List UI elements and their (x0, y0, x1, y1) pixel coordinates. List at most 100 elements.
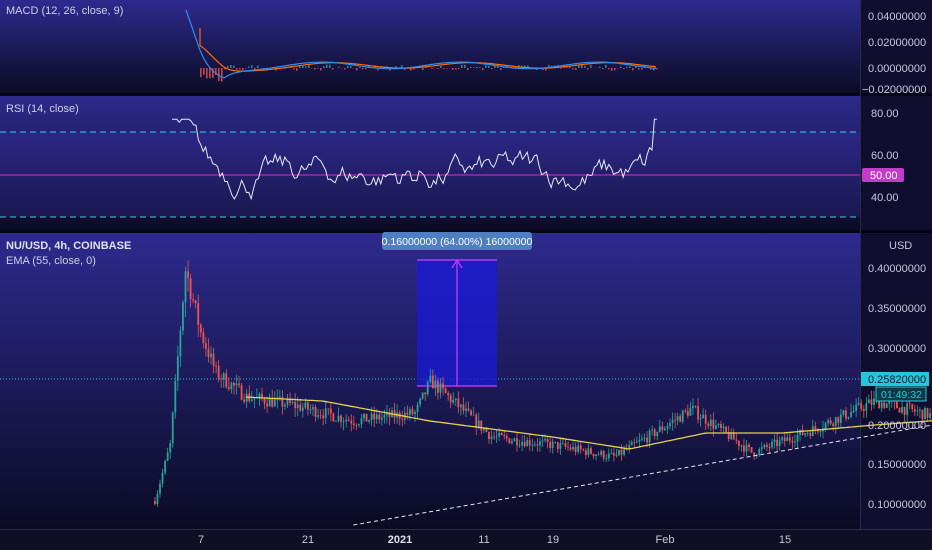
candle (154, 501, 156, 505)
candle (452, 399, 455, 403)
candle (500, 433, 503, 436)
candle (679, 416, 682, 422)
candle (355, 424, 358, 426)
candle (743, 445, 745, 452)
candle (380, 417, 383, 420)
macd-axis-label: 0.04000000 (868, 11, 926, 23)
candle (383, 415, 386, 418)
candle (240, 385, 243, 400)
macd-histogram-bar (296, 68, 298, 71)
macd-histogram-bar (440, 65, 442, 68)
candle (908, 403, 911, 405)
candle (360, 418, 363, 425)
candle (686, 410, 689, 416)
macd-axis-label: −0.02000000 (862, 84, 927, 96)
macd-histogram-bar (455, 68, 457, 70)
price-title[interactable]: NU/USD, 4h, COINBASE (6, 240, 131, 252)
macd-axis-label: 0.00000000 (868, 63, 926, 75)
candle (434, 380, 437, 389)
macd-title[interactable]: MACD (12, 26, close, 9) (6, 5, 123, 17)
macd-histogram-bar (302, 65, 304, 68)
candle (518, 445, 521, 447)
candle (516, 438, 518, 446)
candle (689, 408, 692, 416)
candle (722, 426, 725, 429)
candle (661, 426, 664, 431)
macd-panel-bg (0, 0, 860, 93)
macd-histogram-bar (599, 66, 601, 68)
candle (633, 442, 636, 443)
candle (671, 419, 674, 423)
candle (179, 330, 182, 357)
candle (187, 271, 189, 279)
price-axis-label: 0.30000000 (868, 343, 926, 355)
candle (656, 431, 659, 437)
candle (511, 441, 513, 444)
rsi-title[interactable]: RSI (14, close) (6, 103, 79, 115)
rsi-axis-label: 80.00 (871, 108, 899, 120)
candle (307, 402, 309, 410)
candle (885, 403, 888, 408)
candle (235, 383, 238, 386)
candle (926, 408, 929, 419)
candle (725, 426, 727, 433)
macd-histogram-bar (461, 64, 463, 68)
price-axis-label: 0.15000000 (868, 459, 926, 471)
candle (850, 411, 852, 417)
macd-histogram-bar (452, 68, 454, 70)
macd-histogram-bar (623, 68, 625, 69)
candle (646, 437, 648, 443)
candle (485, 428, 488, 432)
candle (845, 410, 847, 419)
candle (651, 429, 654, 431)
candle (735, 439, 738, 441)
candle (460, 404, 462, 408)
macd-histogram-bar (227, 65, 229, 68)
macd-histogram-bar (323, 66, 325, 68)
candle (340, 415, 342, 422)
time-axis-label: 19 (547, 534, 559, 546)
macd-histogram-bar (500, 68, 502, 71)
candle (641, 438, 643, 440)
macd-histogram-bar (614, 68, 616, 71)
candle (192, 299, 195, 301)
price-axis-label: 0.35000000 (868, 303, 926, 315)
macd-histogram-bar (251, 65, 253, 68)
candle (549, 442, 552, 448)
candle (207, 348, 210, 358)
candle (709, 419, 712, 426)
macd-histogram-bar (344, 68, 346, 70)
candle (806, 432, 809, 434)
candle (429, 375, 432, 382)
candle (796, 434, 799, 442)
macd-histogram-bar (470, 66, 472, 68)
candle (551, 441, 554, 448)
candle (230, 382, 233, 389)
candle (220, 378, 223, 380)
candle (544, 439, 546, 441)
macd-histogram-bar (305, 66, 307, 68)
ema-title[interactable]: EMA (55, close, 0) (6, 255, 96, 267)
candle (776, 439, 778, 447)
candle (322, 415, 325, 419)
macd-histogram-bar (239, 68, 241, 70)
candle (301, 407, 304, 411)
candle (740, 445, 743, 447)
candle (365, 413, 368, 422)
macd-histogram-bar (314, 68, 316, 70)
macd-histogram-bar (611, 68, 613, 71)
candle (773, 439, 776, 442)
time-axis-label: 21 (302, 534, 314, 546)
countdown-label: 01:49:32 (881, 389, 922, 401)
time-axis-label: 15 (779, 534, 791, 546)
candle (159, 483, 161, 494)
macd-histogram-bar (242, 68, 244, 70)
macd-histogram-bar (329, 64, 331, 68)
candle (584, 450, 587, 456)
candle (648, 430, 651, 443)
macd-histogram-bar (473, 67, 475, 68)
candle (324, 408, 327, 419)
candle (658, 426, 661, 432)
candle (286, 399, 289, 405)
candle (416, 404, 419, 412)
